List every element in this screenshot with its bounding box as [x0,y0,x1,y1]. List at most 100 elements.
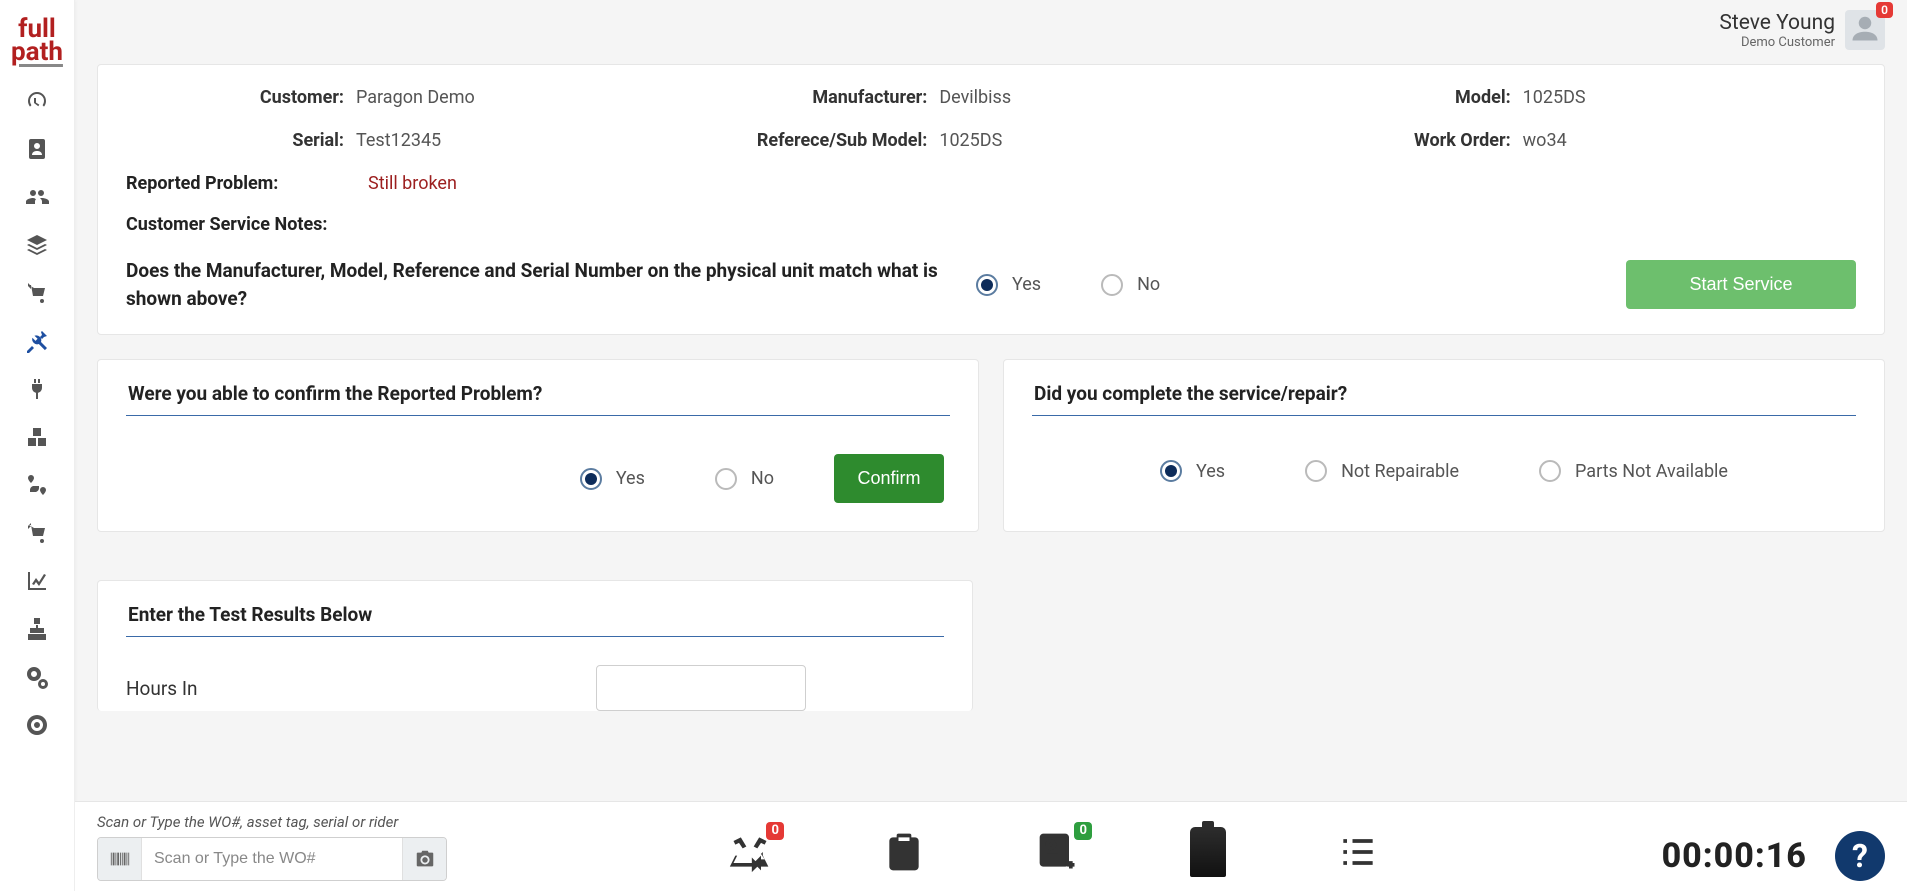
parts-na-option[interactable]: Parts Not Available [1539,460,1728,482]
match-no-option[interactable]: No [1101,274,1160,296]
nav-layers[interactable] [19,233,55,261]
gauge-icon [25,89,49,117]
radio-empty-icon [1101,274,1123,296]
scan-hint: Scan or Type the WO#, asset tag, serial … [97,813,447,831]
complete-yes-option[interactable]: Yes [1160,460,1225,482]
brand-logo: full path [11,18,63,65]
header-panel: Customer:Paragon Demo Manufacturer:Devil… [97,64,1885,335]
model-label: Model: [1293,87,1523,108]
camera-button[interactable] [402,838,446,880]
model-value: 1025DS [1523,87,1586,108]
layers-icon [25,233,49,261]
user-icon [1850,13,1880,47]
radio-selected-icon [1160,460,1182,482]
gears-icon [25,665,49,693]
nav-cart-out[interactable] [19,521,55,549]
nav-cart-in[interactable] [19,281,55,309]
nav-route[interactable] [19,473,55,501]
customer-label: Customer: [126,87,356,108]
user-role: Demo Customer [1719,35,1835,50]
chart-line-icon [25,569,49,597]
boxes-icon [25,425,49,453]
not-repairable-label: Not Repairable [1341,461,1459,482]
start-service-button[interactable]: Start Service [1626,260,1856,309]
hours-in-input[interactable] [596,665,806,711]
service-notes-label: Customer Service Notes: [126,214,1856,235]
nav-org[interactable] [19,617,55,645]
radio-selected-icon [976,274,998,296]
confirm-yes-option[interactable]: Yes [580,468,645,490]
confirm-problem-title: Were you able to confirm the Reported Pr… [126,382,950,416]
radio-empty-icon [1539,460,1561,482]
confirm-problem-panel: Were you able to confirm the Reported Pr… [97,359,979,532]
confirm-no-label: No [751,468,774,489]
brand-line-2: path [11,41,63,64]
avatar[interactable]: 0 [1845,10,1885,50]
match-no-label: No [1137,274,1160,295]
scan-input-group [97,837,447,881]
nav-inventory[interactable] [19,425,55,453]
confirm-yes-label: Yes [616,468,645,489]
serial-label: Serial: [126,130,356,151]
workorder-label: Work Order: [1293,130,1523,151]
serial-value: Test12345 [356,130,441,151]
match-question: Does the Manufacturer, Model, Reference … [126,257,946,312]
hours-in-label: Hours In [126,677,556,700]
nav-users[interactable] [19,185,55,213]
nav-service[interactable] [19,329,55,357]
reference-value: 1025DS [939,130,1002,151]
parts-na-label: Parts Not Available [1575,461,1728,482]
question-icon: ? [1852,837,1868,875]
match-yes-option[interactable]: Yes [976,274,1041,296]
dolly-out-icon [25,521,49,549]
scan-input[interactable] [142,838,402,880]
nav-reports[interactable] [19,569,55,597]
recycle-badge: 0 [766,822,784,840]
clipboard-icon [882,859,926,878]
test-results-title: Enter the Test Results Below [126,603,944,637]
radio-empty-icon [1305,460,1327,482]
radio-empty-icon [715,468,737,490]
reference-label: Referece/Sub Model: [709,130,939,151]
nav-help[interactable] [19,713,55,741]
lifebuoy-icon [25,713,49,741]
sitemap-icon [25,617,49,645]
complete-yes-label: Yes [1196,461,1225,482]
nav-power[interactable] [19,377,55,405]
user-name: Steve Young [1719,11,1835,35]
device-badge: 0 [1074,822,1092,840]
radio-selected-icon [580,468,602,490]
customer-value: Paragon Demo [356,87,475,108]
sidebar: full path [0,0,75,891]
device-button[interactable]: 0 [1036,830,1080,878]
nav-settings[interactable] [19,665,55,693]
complete-service-title: Did you complete the service/repair? [1032,382,1856,416]
nav-contacts[interactable] [19,137,55,165]
concentrator-button[interactable] [1190,827,1226,881]
barcode-icon [98,838,142,880]
address-book-icon [25,137,49,165]
user-block[interactable]: Steve Young Demo Customer [1719,11,1835,50]
not-repairable-option[interactable]: Not Repairable [1305,460,1459,482]
sidebar-nav [19,89,55,741]
confirm-button[interactable]: Confirm [834,454,944,503]
match-yes-label: Yes [1012,274,1041,295]
reported-problem-label: Reported Problem: [126,173,368,194]
reported-problem-value: Still broken [368,173,457,194]
match-radio-group: Yes No [976,274,1160,296]
bottom-dock: Scan or Type the WO#, asset tag, serial … [75,801,1907,891]
list-icon [1336,859,1380,878]
dolly-in-icon [25,281,49,309]
notification-badge: 0 [1876,2,1893,18]
oxygen-concentrator-icon [1190,827,1226,877]
manufacturer-label: Manufacturer: [709,87,939,108]
workorder-value: wo34 [1523,130,1567,151]
list-button[interactable] [1336,830,1380,878]
map-pin-route-icon [25,473,49,501]
nav-dashboard[interactable] [19,89,55,117]
help-button[interactable]: ? [1835,831,1885,881]
clipboard-button[interactable] [882,830,926,878]
recycle-button[interactable]: 0 [728,830,772,878]
confirm-no-option[interactable]: No [715,468,774,490]
timer-display: 00:00:16 [1662,836,1807,876]
